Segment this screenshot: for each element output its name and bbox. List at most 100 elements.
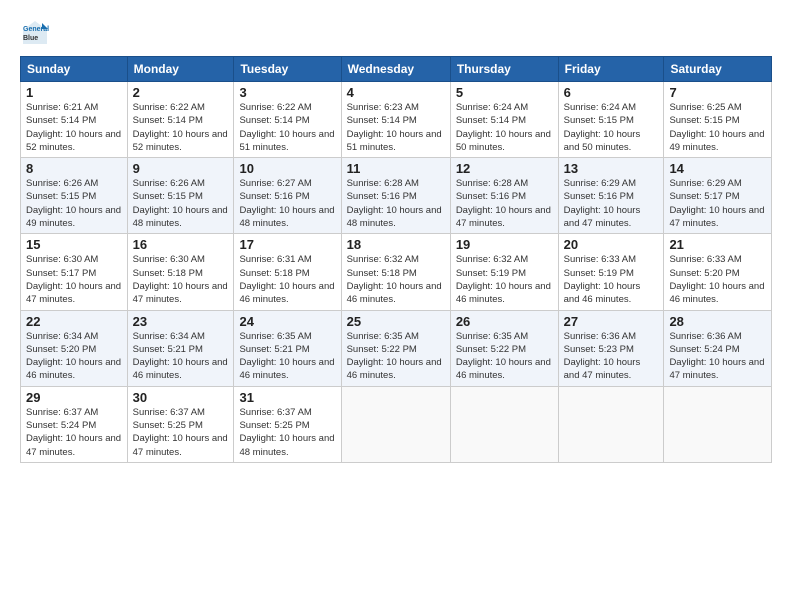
calendar-cell: 17Sunrise: 6:31 AMSunset: 5:18 PMDayligh… (234, 234, 341, 310)
day-number: 13 (564, 161, 659, 176)
day-number: 6 (564, 85, 659, 100)
logo-icon: General Blue (20, 18, 50, 48)
calendar-cell: 26Sunrise: 6:35 AMSunset: 5:22 PMDayligh… (450, 310, 558, 386)
day-info: Sunrise: 6:34 AMSunset: 5:21 PMDaylight:… (133, 330, 229, 383)
calendar-cell: 31Sunrise: 6:37 AMSunset: 5:25 PMDayligh… (234, 386, 341, 462)
day-number: 8 (26, 161, 122, 176)
day-number: 11 (347, 161, 445, 176)
day-number: 29 (26, 390, 122, 405)
day-number: 12 (456, 161, 553, 176)
day-number: 16 (133, 237, 229, 252)
day-info: Sunrise: 6:21 AMSunset: 5:14 PMDaylight:… (26, 101, 122, 154)
calendar-cell: 13Sunrise: 6:29 AMSunset: 5:16 PMDayligh… (558, 158, 664, 234)
calendar-cell: 25Sunrise: 6:35 AMSunset: 5:22 PMDayligh… (341, 310, 450, 386)
day-number: 30 (133, 390, 229, 405)
weekday-header-wednesday: Wednesday (341, 57, 450, 82)
day-info: Sunrise: 6:33 AMSunset: 5:19 PMDaylight:… (564, 253, 659, 306)
calendar-cell: 21Sunrise: 6:33 AMSunset: 5:20 PMDayligh… (664, 234, 772, 310)
day-info: Sunrise: 6:26 AMSunset: 5:15 PMDaylight:… (133, 177, 229, 230)
weekday-header-friday: Friday (558, 57, 664, 82)
calendar-cell: 29Sunrise: 6:37 AMSunset: 5:24 PMDayligh… (21, 386, 128, 462)
weekday-header-tuesday: Tuesday (234, 57, 341, 82)
day-info: Sunrise: 6:33 AMSunset: 5:20 PMDaylight:… (669, 253, 766, 306)
calendar-week-row: 8Sunrise: 6:26 AMSunset: 5:15 PMDaylight… (21, 158, 772, 234)
calendar-cell: 23Sunrise: 6:34 AMSunset: 5:21 PMDayligh… (127, 310, 234, 386)
weekday-header-monday: Monday (127, 57, 234, 82)
calendar-week-row: 29Sunrise: 6:37 AMSunset: 5:24 PMDayligh… (21, 386, 772, 462)
weekday-header-sunday: Sunday (21, 57, 128, 82)
calendar-cell: 28Sunrise: 6:36 AMSunset: 5:24 PMDayligh… (664, 310, 772, 386)
calendar-table: SundayMondayTuesdayWednesdayThursdayFrid… (20, 56, 772, 463)
calendar-cell: 20Sunrise: 6:33 AMSunset: 5:19 PMDayligh… (558, 234, 664, 310)
calendar-cell: 12Sunrise: 6:28 AMSunset: 5:16 PMDayligh… (450, 158, 558, 234)
calendar-cell: 4Sunrise: 6:23 AMSunset: 5:14 PMDaylight… (341, 82, 450, 158)
day-info: Sunrise: 6:29 AMSunset: 5:16 PMDaylight:… (564, 177, 659, 230)
day-number: 26 (456, 314, 553, 329)
calendar-cell: 30Sunrise: 6:37 AMSunset: 5:25 PMDayligh… (127, 386, 234, 462)
day-info: Sunrise: 6:37 AMSunset: 5:25 PMDaylight:… (239, 406, 335, 459)
day-info: Sunrise: 6:37 AMSunset: 5:24 PMDaylight:… (26, 406, 122, 459)
day-number: 18 (347, 237, 445, 252)
day-number: 23 (133, 314, 229, 329)
day-info: Sunrise: 6:35 AMSunset: 5:22 PMDaylight:… (347, 330, 445, 383)
logo: General Blue (20, 18, 54, 48)
calendar-cell: 8Sunrise: 6:26 AMSunset: 5:15 PMDaylight… (21, 158, 128, 234)
calendar-cell: 6Sunrise: 6:24 AMSunset: 5:15 PMDaylight… (558, 82, 664, 158)
day-info: Sunrise: 6:23 AMSunset: 5:14 PMDaylight:… (347, 101, 445, 154)
day-info: Sunrise: 6:35 AMSunset: 5:22 PMDaylight:… (456, 330, 553, 383)
calendar-cell (558, 386, 664, 462)
day-number: 3 (239, 85, 335, 100)
calendar-cell: 19Sunrise: 6:32 AMSunset: 5:19 PMDayligh… (450, 234, 558, 310)
day-number: 21 (669, 237, 766, 252)
day-info: Sunrise: 6:32 AMSunset: 5:18 PMDaylight:… (347, 253, 445, 306)
calendar-cell: 16Sunrise: 6:30 AMSunset: 5:18 PMDayligh… (127, 234, 234, 310)
day-number: 27 (564, 314, 659, 329)
calendar-cell: 2Sunrise: 6:22 AMSunset: 5:14 PMDaylight… (127, 82, 234, 158)
calendar-cell: 27Sunrise: 6:36 AMSunset: 5:23 PMDayligh… (558, 310, 664, 386)
calendar-cell: 11Sunrise: 6:28 AMSunset: 5:16 PMDayligh… (341, 158, 450, 234)
day-info: Sunrise: 6:36 AMSunset: 5:24 PMDaylight:… (669, 330, 766, 383)
calendar-cell: 3Sunrise: 6:22 AMSunset: 5:14 PMDaylight… (234, 82, 341, 158)
day-number: 20 (564, 237, 659, 252)
day-number: 14 (669, 161, 766, 176)
day-number: 25 (347, 314, 445, 329)
svg-text:Blue: Blue (23, 35, 38, 42)
day-info: Sunrise: 6:25 AMSunset: 5:15 PMDaylight:… (669, 101, 766, 154)
day-number: 4 (347, 85, 445, 100)
calendar-cell: 5Sunrise: 6:24 AMSunset: 5:14 PMDaylight… (450, 82, 558, 158)
calendar-cell: 24Sunrise: 6:35 AMSunset: 5:21 PMDayligh… (234, 310, 341, 386)
day-number: 5 (456, 85, 553, 100)
day-info: Sunrise: 6:30 AMSunset: 5:17 PMDaylight:… (26, 253, 122, 306)
day-number: 10 (239, 161, 335, 176)
day-number: 31 (239, 390, 335, 405)
day-info: Sunrise: 6:22 AMSunset: 5:14 PMDaylight:… (133, 101, 229, 154)
calendar-cell: 10Sunrise: 6:27 AMSunset: 5:16 PMDayligh… (234, 158, 341, 234)
calendar-cell: 7Sunrise: 6:25 AMSunset: 5:15 PMDaylight… (664, 82, 772, 158)
day-number: 22 (26, 314, 122, 329)
day-info: Sunrise: 6:34 AMSunset: 5:20 PMDaylight:… (26, 330, 122, 383)
day-number: 9 (133, 161, 229, 176)
calendar-week-row: 1Sunrise: 6:21 AMSunset: 5:14 PMDaylight… (21, 82, 772, 158)
day-info: Sunrise: 6:31 AMSunset: 5:18 PMDaylight:… (239, 253, 335, 306)
calendar-cell: 15Sunrise: 6:30 AMSunset: 5:17 PMDayligh… (21, 234, 128, 310)
calendar-cell: 1Sunrise: 6:21 AMSunset: 5:14 PMDaylight… (21, 82, 128, 158)
day-info: Sunrise: 6:28 AMSunset: 5:16 PMDaylight:… (456, 177, 553, 230)
day-number: 2 (133, 85, 229, 100)
calendar-week-row: 15Sunrise: 6:30 AMSunset: 5:17 PMDayligh… (21, 234, 772, 310)
day-info: Sunrise: 6:36 AMSunset: 5:23 PMDaylight:… (564, 330, 659, 383)
day-number: 15 (26, 237, 122, 252)
weekday-header-thursday: Thursday (450, 57, 558, 82)
day-number: 17 (239, 237, 335, 252)
day-number: 24 (239, 314, 335, 329)
day-info: Sunrise: 6:37 AMSunset: 5:25 PMDaylight:… (133, 406, 229, 459)
day-info: Sunrise: 6:32 AMSunset: 5:19 PMDaylight:… (456, 253, 553, 306)
day-number: 7 (669, 85, 766, 100)
calendar-cell (341, 386, 450, 462)
weekday-header-row: SundayMondayTuesdayWednesdayThursdayFrid… (21, 57, 772, 82)
calendar-cell: 22Sunrise: 6:34 AMSunset: 5:20 PMDayligh… (21, 310, 128, 386)
day-info: Sunrise: 6:26 AMSunset: 5:15 PMDaylight:… (26, 177, 122, 230)
calendar-cell (450, 386, 558, 462)
day-info: Sunrise: 6:24 AMSunset: 5:14 PMDaylight:… (456, 101, 553, 154)
calendar-week-row: 22Sunrise: 6:34 AMSunset: 5:20 PMDayligh… (21, 310, 772, 386)
day-number: 1 (26, 85, 122, 100)
